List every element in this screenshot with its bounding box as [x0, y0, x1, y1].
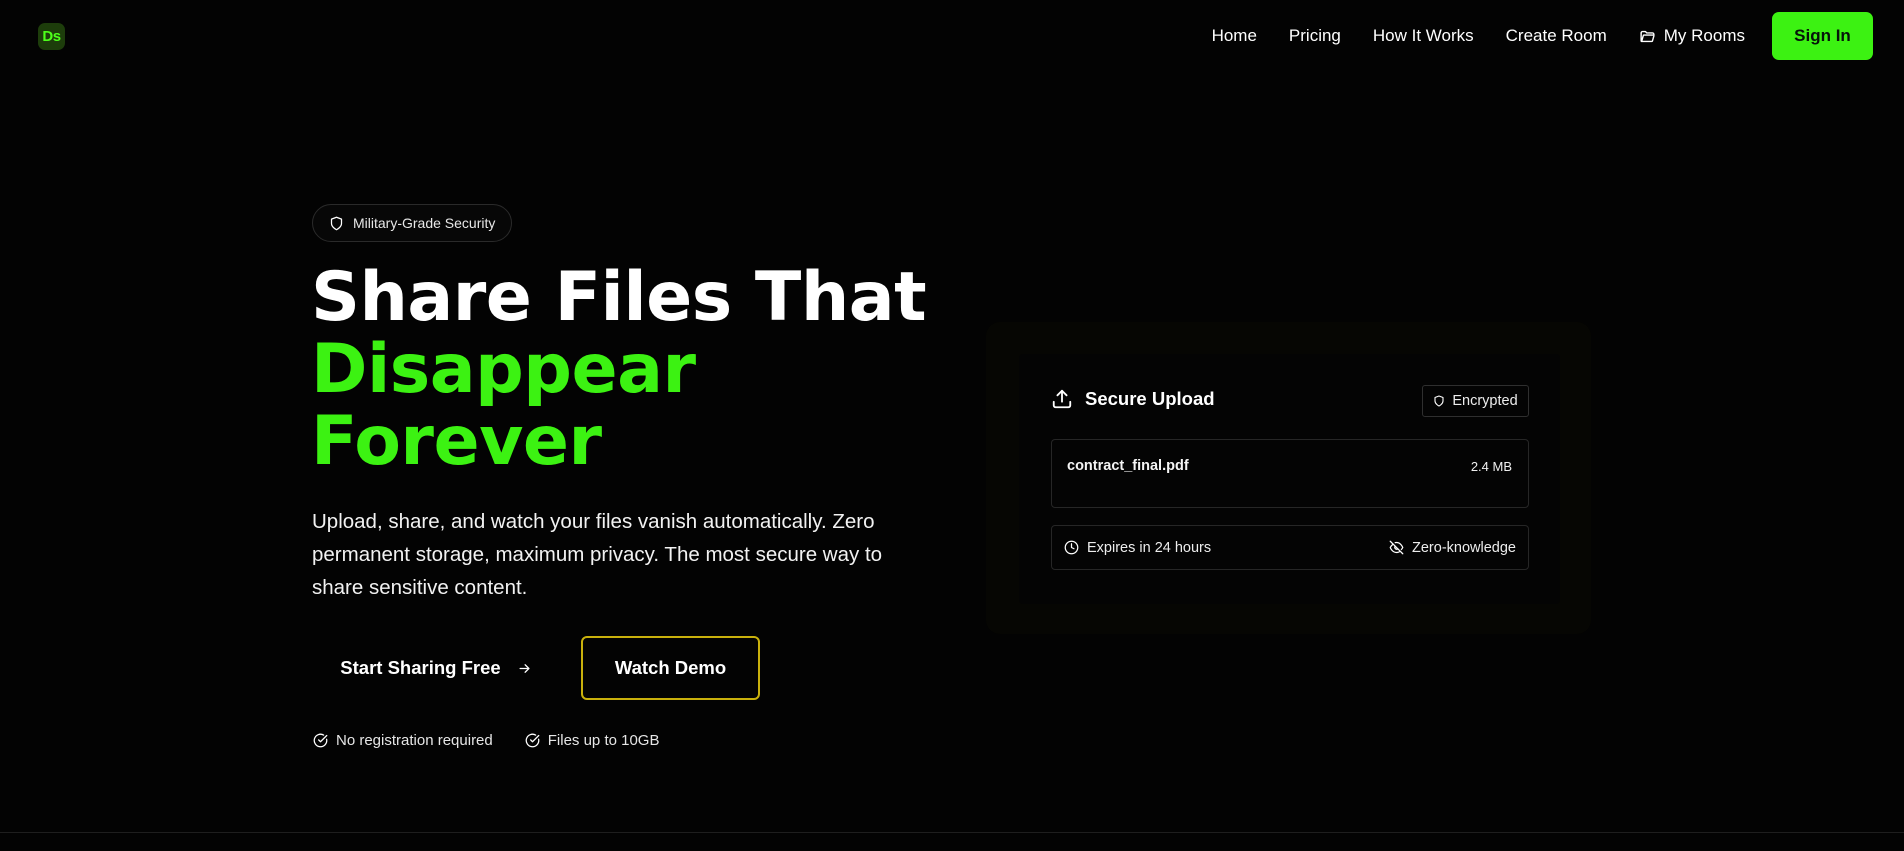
feature-no-registration: No registration required	[313, 732, 493, 749]
start-sharing-button[interactable]: Start Sharing Free	[312, 636, 560, 700]
shield-icon	[1434, 395, 1444, 407]
eye-off-icon	[1389, 540, 1404, 555]
nav-link-how-it-works-label: How It Works	[1372, 26, 1474, 45]
logo[interactable]: Ds	[38, 23, 65, 50]
feature-file-size: Files up to 10GB	[525, 732, 660, 749]
encrypted-badge: Encrypted	[1422, 385, 1529, 417]
expiry-label: Expires in 24 hours	[1087, 539, 1212, 556]
headline-line-1: Share Files That	[311, 258, 927, 337]
check-circle-icon	[525, 733, 540, 748]
upload-icon	[1052, 389, 1072, 409]
headline-line-2: Disappear	[311, 330, 696, 409]
top-nav: Ds Home Pricing How It Works Create Room…	[0, 0, 1904, 72]
expiry-info: Expires in 24 hours	[1064, 540, 1211, 556]
file-meta-row: Expires in 24 hours Zero-knowledge	[1051, 525, 1529, 570]
file-name: contract_final.pdf	[1067, 458, 1189, 474]
watch-demo-button[interactable]: Watch Demo	[581, 636, 760, 700]
feature-file-size-label: Files up to 10GB	[547, 732, 660, 749]
encrypted-badge-label: Encrypted	[1452, 393, 1518, 409]
shield-icon	[330, 216, 343, 230]
folder-icon	[1640, 30, 1655, 42]
nav-link-create-room[interactable]: Create Room	[1506, 26, 1607, 46]
nav-link-home[interactable]: Home	[1212, 26, 1257, 46]
privacy-info: Zero-knowledge	[1389, 540, 1516, 556]
security-badge: Military-Grade Security	[312, 204, 513, 242]
start-sharing-label: Start Sharing Free	[340, 657, 501, 678]
nav-links: Home Pricing How It Works Create Room My…	[1212, 22, 1745, 50]
check-circle-icon	[313, 733, 328, 748]
nav-link-how-it-works[interactable]: How It Works	[1373, 26, 1474, 46]
nav-link-pricing[interactable]: Pricing	[1289, 26, 1341, 46]
upload-card-title-label: Secure Upload	[1085, 388, 1215, 409]
feature-no-registration-label: No registration required	[336, 732, 493, 749]
nav-link-create-room-label: Create Room	[1505, 26, 1607, 45]
nav-link-my-rooms[interactable]: My Rooms	[1639, 26, 1745, 46]
nav-link-home-label: Home	[1211, 26, 1257, 45]
file-size: 2.4 MB	[1470, 459, 1512, 474]
hero-subtitle: Upload, share, and watch your files vani…	[312, 510, 883, 599]
nav-link-my-rooms-label: My Rooms	[1663, 26, 1745, 45]
nav-link-pricing-label: Pricing	[1288, 26, 1341, 45]
upload-card-title: Secure Upload	[1051, 388, 1215, 410]
section-divider	[0, 832, 1904, 833]
sign-in-button[interactable]: Sign In	[1772, 12, 1873, 60]
clock-icon	[1064, 540, 1079, 555]
hero-features: No registration required Files up to 10G…	[313, 732, 659, 749]
hero-headline: Share Files That Disappear Forever	[311, 258, 927, 481]
security-badge-label: Military-Grade Security	[353, 215, 496, 231]
file-item[interactable]: contract_final.pdf 2.4 MB	[1051, 439, 1529, 508]
privacy-label: Zero-knowledge	[1412, 539, 1516, 556]
arrow-right-icon	[519, 663, 530, 673]
headline-line-3: Forever	[311, 402, 602, 481]
